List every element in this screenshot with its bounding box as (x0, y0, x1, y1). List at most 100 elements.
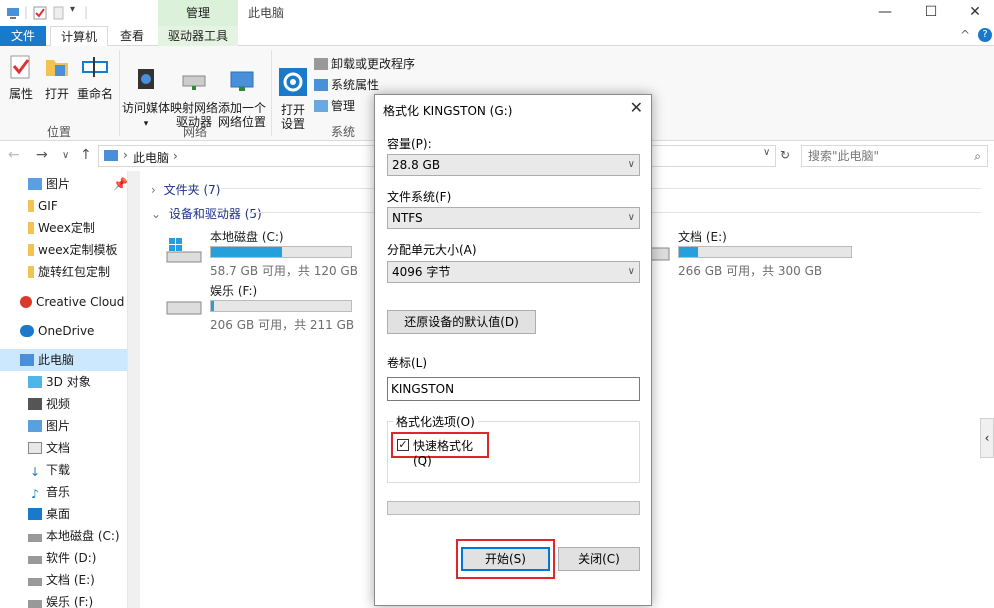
folder-icon (28, 266, 34, 278)
back-arrow-icon[interactable]: ← (8, 147, 20, 163)
refresh-icon[interactable]: ↻ (780, 148, 790, 162)
sidebar-item-music[interactable]: ♪ 音乐 (0, 481, 127, 503)
up-arrow-icon[interactable]: ↑ (80, 147, 92, 163)
manage-button[interactable]: 管理 (314, 96, 355, 116)
format-progress-bar (387, 501, 640, 515)
drive-icon (28, 534, 42, 542)
collapse-chevron-icon[interactable]: ⌄ (151, 207, 161, 221)
rename-icon (82, 57, 108, 77)
filesystem-label: 文件系统(F) (387, 190, 452, 204)
path-chevron-icon[interactable]: › (123, 148, 128, 162)
close-button[interactable]: 关闭(C) (558, 547, 640, 571)
drive-usage-bar (678, 246, 852, 258)
desktop-icon (28, 508, 42, 520)
system-properties-button[interactable]: 系统属性 (314, 75, 379, 95)
format-dialog: 格式化 KINGSTON (G:) ✕ 容量(P): 28.8 GB ∨ 文件系统… (374, 94, 652, 606)
allocation-unit-select[interactable]: 4096 字节 ∨ (387, 261, 640, 283)
sidebar-item-pictures-pinned[interactable]: 图片 📌 (0, 173, 127, 195)
start-button[interactable]: 开始(S) (461, 547, 550, 571)
drive-c[interactable]: 本地磁盘 (C:) 58.7 GB 可用，共 120 GB (165, 228, 365, 278)
expand-chevron-icon[interactable]: › (151, 183, 156, 197)
drive-icon (28, 556, 42, 564)
add-network-location-button[interactable]: 添加一个 网络位置 (218, 54, 266, 129)
help-icon[interactable]: ? (978, 28, 992, 42)
sidebar-item-red-packet[interactable]: 旋转红包定制 (0, 261, 127, 283)
settings-gear-icon (279, 68, 307, 96)
sidebar-item-drive-f[interactable]: 娱乐 (F:) (0, 591, 127, 608)
pictures-icon (28, 178, 42, 190)
windows-drive-icon (166, 238, 202, 263)
properties-button[interactable]: 属性 (4, 54, 38, 101)
volume-label-input[interactable]: KINGSTON (387, 377, 640, 401)
chevron-down-icon: ∨ (627, 159, 635, 170)
allocation-unit-label: 分配单元大小(A) (387, 243, 477, 257)
sidebar-item-pictures[interactable]: 图片 (0, 415, 127, 437)
sidebar-item-this-pc[interactable]: 此电脑 (0, 349, 127, 371)
drive-icon (28, 578, 42, 586)
map-network-drive-button[interactable]: 映射网络 驱动器 (170, 54, 218, 129)
dialog-close-icon[interactable]: ✕ (630, 98, 643, 117)
tab-computer[interactable]: 计算机 (50, 26, 108, 47)
close-window-button[interactable]: ✕ (952, 0, 994, 26)
folder-icon (28, 200, 34, 212)
drive-f[interactable]: 娱乐 (F:) 206 GB 可用，共 211 GB (165, 282, 365, 332)
quick-format-checkbox[interactable]: ✓ (397, 439, 409, 451)
tab-view[interactable]: 查看 (112, 26, 152, 46)
uninstall-program-button[interactable]: 卸载或更改程序 (314, 54, 415, 74)
sidebar-item-gif[interactable]: GIF (0, 195, 127, 217)
group-label-location: 位置 (46, 125, 71, 139)
rename-button[interactable]: 重命名 (76, 54, 114, 101)
path-chevron-icon[interactable]: › (173, 149, 178, 163)
drive-usage-bar (210, 300, 352, 312)
pin-icon[interactable]: 📌 (113, 173, 127, 195)
access-media-button[interactable]: 访问媒体 ▾ (122, 54, 170, 131)
sidebar-item-3d-objects[interactable]: 3D 对象 (0, 371, 127, 393)
dialog-title: 格式化 KINGSTON (G:) (383, 104, 513, 118)
capacity-select[interactable]: 28.8 GB ∨ (387, 154, 640, 176)
sidebar-item-videos[interactable]: 视频 (0, 393, 127, 415)
pictures-icon (28, 420, 42, 432)
sidebar-item-drive-d[interactable]: 软件 (D:) (0, 547, 127, 569)
context-tab-manage[interactable]: 管理 (158, 0, 238, 26)
sidebar-scrollbar[interactable] (127, 171, 140, 608)
computer-icon (7, 8, 19, 19)
properties-icon (10, 55, 30, 79)
quick-format-label[interactable]: 快速格式化(Q) (413, 437, 487, 468)
document-icon (28, 442, 42, 454)
sidebar-item-creative-cloud[interactable]: Creative Cloud F (0, 291, 127, 313)
qat-dropdown-icon[interactable]: ▾ (70, 4, 75, 15)
minimize-button[interactable]: — (862, 0, 908, 26)
sidebar-item-desktop[interactable]: 桌面 (0, 503, 127, 525)
forward-arrow-icon[interactable]: → (36, 147, 48, 163)
sidebar-item-documents[interactable]: 文档 (0, 437, 127, 459)
new-folder-icon[interactable] (52, 6, 66, 20)
search-input[interactable]: 搜索"此电脑" ⌕ (801, 145, 988, 167)
sidebar-item-drive-e[interactable]: 文档 (E:) (0, 569, 127, 591)
tab-file[interactable]: 文件 (0, 26, 46, 46)
window-title: 此电脑 (248, 6, 285, 20)
details-pane-toggle[interactable]: ‹ (980, 418, 994, 458)
address-dropdown-icon[interactable]: ∨ (763, 147, 770, 158)
folder-icon (28, 222, 34, 234)
open-settings-button[interactable]: 打开 设置 (274, 54, 312, 131)
sidebar-item-onedrive[interactable]: OneDrive (0, 320, 127, 342)
recent-dropdown-icon[interactable]: ∨ (62, 150, 69, 161)
address-path[interactable]: 此电脑 (133, 149, 169, 166)
filesystem-select[interactable]: NTFS ∨ (387, 207, 640, 229)
network-location-icon (230, 71, 254, 91)
open-folder-icon (46, 60, 68, 76)
restore-defaults-button[interactable]: 还原设备的默认值(D) (387, 310, 536, 334)
properties-check-icon[interactable] (33, 6, 47, 20)
collapse-ribbon-icon[interactable]: ^ (960, 28, 970, 42)
tab-drive-tools[interactable]: 驱动器工具 (158, 26, 238, 46)
sidebar-item-drive-c[interactable]: 本地磁盘 (C:) (0, 525, 127, 547)
computer-icon (104, 150, 118, 161)
sidebar-item-weex[interactable]: Weex定制 (0, 217, 127, 239)
drive-e[interactable]: 文档 (E:) 266 GB 可用，共 300 GB (633, 228, 852, 278)
sidebar-item-weex-template[interactable]: weex定制模板 (0, 239, 127, 261)
maximize-button[interactable]: ☐ (908, 0, 954, 26)
open-button[interactable]: 打开 (40, 54, 74, 101)
video-icon (28, 398, 42, 410)
cloud-icon (20, 325, 34, 337)
sidebar-item-downloads[interactable]: ↓ 下载 (0, 459, 127, 481)
